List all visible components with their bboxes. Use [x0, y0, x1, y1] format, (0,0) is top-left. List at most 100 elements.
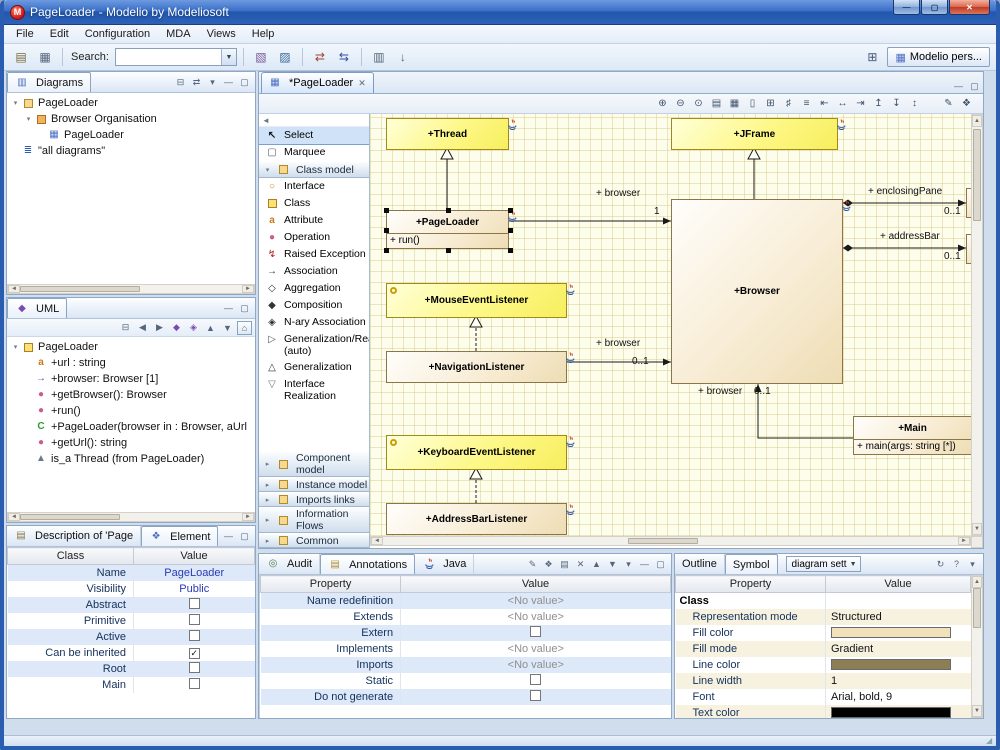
distribute-icon[interactable]: ↕ [906, 96, 923, 112]
delete-icon[interactable]: ✕ [573, 557, 588, 571]
guides-icon[interactable]: ≡ [798, 96, 815, 112]
symbol-table-row-text-color[interactable]: Text color [676, 705, 971, 719]
minimize-icon[interactable]: — [951, 79, 966, 93]
annotations-table-row-static[interactable]: Static [261, 673, 671, 689]
zoom-out-icon[interactable]: ⊖ [672, 96, 689, 112]
annotations-table-row-imports[interactable]: Imports<No value> [261, 657, 671, 673]
canvas-hscrollbar[interactable]: ◄► [370, 536, 971, 546]
uml-item-pageloader[interactable]: ▾PageLoader [7, 339, 255, 355]
canvas-hscrollbar-right-arrow[interactable]: ► [958, 537, 970, 545]
element-tab-description-of-page[interactable]: ▤Description of 'Page [7, 526, 141, 546]
palette-tool-select[interactable]: ↖Select [259, 127, 369, 144]
diagrams-item-pageloader[interactable]: ▦PageLoader [7, 127, 255, 143]
generate-code-icon[interactable]: ⇆ [333, 47, 355, 67]
move-down-icon[interactable]: ▼ [220, 321, 235, 335]
class-main[interactable]: +Main+ main(args: string [*]) [853, 416, 971, 455]
diagrams-item-pageloader[interactable]: ▾PageLoader [7, 95, 255, 111]
palette-item-operation[interactable]: ●Operation [259, 229, 369, 246]
palette-item-n-ary-association[interactable]: ◈N-ary Association [259, 314, 369, 331]
zoom-in-icon[interactable]: ⊕ [654, 96, 671, 112]
uml-item-is-a-thread-from-pageloader[interactable]: ▲is_a Thread (from PageLoader) [7, 451, 255, 467]
minimize-icon[interactable]: — [221, 75, 236, 89]
class-addressbarlistener[interactable]: +AddressBarListener [386, 503, 567, 535]
uml-hscrollbar[interactable]: ◄► [7, 512, 255, 522]
palette-group-information-flows[interactable]: ▸Information Flows [259, 507, 369, 533]
open-diagram-icon[interactable]: ▨ [274, 47, 296, 67]
bottom-tab-audit[interactable]: ◎Audit [259, 554, 320, 574]
view-menu-icon[interactable]: ▾ [621, 557, 636, 571]
symbol-table-row-line-width[interactable]: Line width1 [676, 673, 971, 689]
collapse-all-icon[interactable]: ⊟ [173, 75, 188, 89]
grid-icon[interactable]: ⊞ [762, 96, 779, 112]
new-model-icon[interactable]: ▤ [10, 47, 32, 67]
palette-item-generalization[interactable]: △Generalization [259, 359, 369, 376]
palette-group-instance-model[interactable]: ▸Instance model [259, 477, 369, 492]
element-table-row-can-be-inherited[interactable]: Can be inherited✓ [8, 645, 255, 661]
canvas-hscrollbar-thumb[interactable] [628, 538, 698, 544]
zoom-fit-icon[interactable]: ⊙ [690, 96, 707, 112]
selection-handle[interactable] [384, 228, 389, 233]
symbol-vscrollbar-thumb[interactable] [973, 588, 981, 628]
snap-icon[interactable]: ♯ [780, 96, 797, 112]
class-navigationlistener[interactable]: +NavigationListener [386, 351, 567, 383]
menu-help[interactable]: Help [244, 26, 283, 42]
element-table-row-active[interactable]: Active [8, 629, 255, 645]
menu-views[interactable]: Views [199, 26, 244, 42]
selection-handle[interactable] [508, 208, 513, 213]
element-table-row-root[interactable]: Root [8, 661, 255, 677]
link-with-editor-icon[interactable]: ⇄ [189, 75, 204, 89]
annotations-table-row-do-not-generate[interactable]: Do not generate [261, 689, 671, 705]
class-browser[interactable]: +Browser [671, 199, 843, 384]
canvas-vscrollbar-thumb[interactable] [973, 129, 981, 221]
align-right-icon[interactable]: ⇥ [852, 96, 869, 112]
report-icon[interactable]: ▥ [368, 47, 390, 67]
abstract-checkbox[interactable] [189, 598, 200, 609]
symbol-table-row-fill-mode[interactable]: Fill modeGradient [676, 641, 971, 657]
open-perspective-icon[interactable]: ⊞ [861, 47, 883, 67]
uml-item-run[interactable]: ●+run() [7, 403, 255, 419]
element-table-row-main[interactable]: Main [8, 677, 255, 693]
palette-item-composition[interactable]: ◆Composition [259, 297, 369, 314]
palette-group-common[interactable]: ▸Common [259, 533, 369, 548]
related-elements-icon[interactable]: ◆ [169, 321, 184, 335]
maximize-icon[interactable]: ▢ [237, 75, 252, 89]
uml-item-url-string[interactable]: a+url : string [7, 355, 255, 371]
align-center-icon[interactable]: ↔ [834, 96, 851, 112]
fill-color-swatch[interactable] [831, 627, 951, 638]
symbol-tab-symbol[interactable]: Symbol [725, 554, 778, 574]
align-top-icon[interactable]: ↥ [870, 96, 887, 112]
expand-icon[interactable]: ▼ [605, 557, 620, 571]
auto-layout-icon[interactable]: ✎ [940, 96, 957, 112]
titlebar[interactable]: M PageLoader - Modelio by Modeliosoft — … [4, 0, 996, 25]
menu-mda[interactable]: MDA [158, 26, 198, 42]
uml-item-browser-browser-1[interactable]: →+browser: Browser [1] [7, 371, 255, 387]
uml-hscrollbar-track[interactable] [20, 513, 242, 521]
selection-handle[interactable] [508, 248, 513, 253]
diagram-settings-dropdown[interactable]: diagram sett ▼ [786, 556, 861, 572]
minimize-button[interactable]: — [893, 0, 920, 15]
uml-hscrollbar-right-arrow[interactable]: ► [242, 513, 254, 521]
uml-hscrollbar-left-arrow[interactable]: ◄ [8, 513, 20, 521]
canvas-hscrollbar-track[interactable] [383, 537, 958, 545]
symbol-table-row-representation-mode[interactable]: Representation modeStructured [676, 609, 971, 625]
palette-item-attribute[interactable]: aAttribute [259, 212, 369, 229]
update-model-icon[interactable]: ⇄ [309, 47, 331, 67]
palette-item-generalization-realization-auto[interactable]: ▷Generalization/Realization (auto) [259, 331, 369, 359]
collapse-palette-icon[interactable]: ◄ [262, 116, 270, 125]
palette-item-raised-exception[interactable]: ↯Raised Exception [259, 246, 369, 263]
expander-icon[interactable]: ▾ [10, 343, 21, 351]
can-be-inherited-checkbox[interactable]: ✓ [189, 648, 200, 659]
diagrams-view-tab[interactable]: ▥ Diagrams [7, 72, 91, 92]
wizard-icon[interactable]: ❖ [541, 557, 556, 571]
bottom-tab-annotations[interactable]: ▤Annotations [320, 554, 415, 574]
resize-grip[interactable]: ◢ [986, 736, 995, 745]
diagrams-item-all-diagrams[interactable]: ≣"all diagrams" [7, 143, 255, 159]
related-links-icon[interactable]: ◈ [186, 321, 201, 335]
do-not-generate-checkbox[interactable] [530, 690, 541, 701]
page-setup-icon[interactable]: ▯ [744, 96, 761, 112]
selection-handle[interactable] [446, 208, 451, 213]
element-table-row-primitive[interactable]: Primitive [8, 613, 255, 629]
uml-view-tab[interactable]: ◆ UML [7, 298, 67, 318]
class-pageloader[interactable]: +PageLoader+ run() [386, 210, 509, 249]
symbol-table-row-fill-color[interactable]: Fill color [676, 625, 971, 641]
